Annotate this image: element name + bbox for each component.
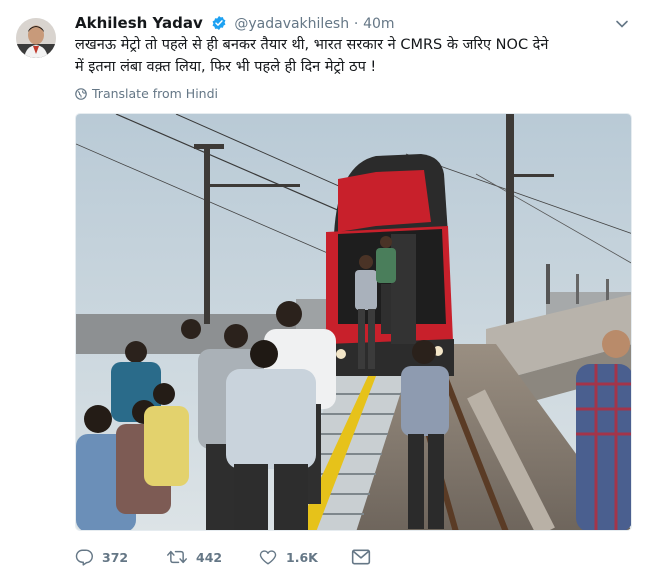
reply-count: 372 — [102, 549, 129, 565]
tweet-actions: 372 442 1.6K — [75, 545, 575, 569]
tweet-timestamp[interactable]: 40m — [363, 16, 394, 32]
retweet-button[interactable]: 442 — [167, 548, 259, 566]
avatar[interactable] — [16, 18, 56, 58]
tweet-header: Akhilesh Yadav @yadavakhilesh · 40m — [75, 13, 395, 33]
retweet-count: 442 — [196, 549, 223, 565]
tweet-photo[interactable] — [75, 113, 632, 531]
tweet-card: Akhilesh Yadav @yadavakhilesh · 40m लखनऊ… — [0, 0, 645, 575]
tweet-text: लखनऊ मेट्रो तो पहले से ही बनकर तैयार थी,… — [75, 37, 549, 75]
author-name[interactable]: Akhilesh Yadav — [75, 14, 203, 32]
translate-link[interactable]: Translate from Hindi — [75, 85, 218, 103]
chevron-down-icon[interactable] — [615, 16, 629, 30]
direct-message-button[interactable] — [351, 548, 371, 566]
like-button[interactable]: 1.6K — [259, 548, 351, 566]
reply-button[interactable]: 372 — [75, 548, 167, 566]
reply-icon — [75, 549, 93, 566]
author-handle[interactable]: @yadavakhilesh — [234, 16, 349, 32]
retweet-icon — [167, 550, 187, 564]
separator-dot: · — [353, 16, 359, 32]
like-count: 1.6K — [286, 549, 318, 565]
heart-icon — [259, 550, 277, 565]
translate-label: Translate from Hindi — [92, 86, 218, 101]
globe-icon — [75, 88, 87, 100]
verified-badge-icon — [211, 15, 227, 36]
envelope-icon — [351, 549, 371, 565]
